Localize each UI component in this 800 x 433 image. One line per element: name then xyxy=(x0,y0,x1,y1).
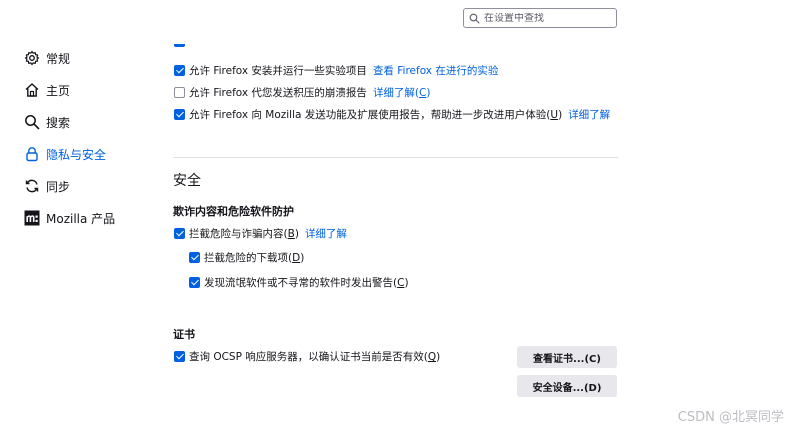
block-downloads-checkbox[interactable] xyxy=(189,252,200,263)
checkbox-row-warn-unwanted[interactable]: 发现流氓软件或不寻常的软件时发出警告(C) xyxy=(189,275,409,290)
block-dangerous-checkbox[interactable] xyxy=(174,228,185,239)
telemetry-checkbox[interactable] xyxy=(174,109,185,120)
telemetry-learn-more-link[interactable]: 详细了解 xyxy=(568,107,610,122)
sidebar-item-label: 同步 xyxy=(46,179,71,194)
sidebar-item-general[interactable]: 常规 xyxy=(24,48,70,68)
crash-reports-label: 允许 Firefox 代您发送积压的崩溃报告 xyxy=(189,87,367,99)
security-devices-button[interactable]: 安全设备...(D) xyxy=(517,375,617,397)
sync-icon xyxy=(25,179,39,193)
block-downloads-label: 拦截危险的下载项(D) xyxy=(204,252,305,264)
search-icon xyxy=(469,13,480,24)
clipped-checkbox xyxy=(174,44,185,47)
warn-unwanted-checkbox[interactable] xyxy=(189,277,200,288)
lock-icon xyxy=(26,147,38,162)
checkbox-row-crash-reports[interactable]: 允许 Firefox 代您发送积压的崩溃报告 详细了解(C) xyxy=(174,85,431,100)
sidebar-item-label: Mozilla 产品 xyxy=(46,211,116,226)
checkbox-row-telemetry[interactable]: 允许 Firefox 向 Mozilla 发送功能及扩展使用报告，帮助进一步改进… xyxy=(174,107,610,122)
sidebar-item-label: 搜索 xyxy=(46,115,71,130)
block-dangerous-learn-more-link[interactable]: 详细了解 xyxy=(305,226,347,241)
sidebar-item-home[interactable]: 主页 xyxy=(24,80,70,100)
checkbox-row-block-downloads[interactable]: 拦截危险的下载项(D) xyxy=(189,250,304,265)
search-icon xyxy=(25,115,40,130)
section-divider xyxy=(173,157,618,158)
block-dangerous-label: 拦截危险与诈骗内容(B) xyxy=(189,228,299,240)
sidebar-item-sync[interactable]: 同步 xyxy=(24,176,70,196)
view-certificates-button[interactable]: 查看证书...(C) xyxy=(517,346,617,368)
home-icon xyxy=(25,83,39,97)
certificates-heading: 证书 xyxy=(173,328,195,341)
mozilla-logo-icon xyxy=(24,210,40,226)
deceptive-content-heading: 欺诈内容和危险软件防护 xyxy=(173,205,294,218)
studies-label: 允许 Firefox 安装并运行一些实验项目 xyxy=(189,65,367,77)
security-heading: 安全 xyxy=(173,173,201,189)
sidebar-item-privacy[interactable]: 隐私与安全 xyxy=(24,144,106,164)
sidebar-item-label: 常规 xyxy=(46,51,71,66)
warn-unwanted-label: 发现流氓软件或不寻常的软件时发出警告(C) xyxy=(204,277,409,289)
studies-checkbox[interactable] xyxy=(174,65,185,76)
watermark: CSDN @北冥同学 xyxy=(677,410,784,425)
checkbox-row-ocsp[interactable]: 查询 OCSP 响应服务器，以确认证书当前是否有效(Q) xyxy=(174,349,440,364)
gear-icon xyxy=(24,50,40,66)
telemetry-label: 允许 Firefox 向 Mozilla 发送功能及扩展使用报告，帮助进一步改进… xyxy=(189,109,563,121)
sidebar-item-label: 隐私与安全 xyxy=(46,147,107,162)
checkbox-row-block-dangerous[interactable]: 拦截危险与诈骗内容(B) 详细了解 xyxy=(174,226,347,241)
sidebar-item-label: 主页 xyxy=(46,83,71,98)
crash-reports-checkbox[interactable] xyxy=(174,87,185,98)
ocsp-checkbox[interactable] xyxy=(174,351,185,362)
sidebar-item-mozilla-products[interactable]: Mozilla 产品 xyxy=(24,208,115,228)
ocsp-label: 查询 OCSP 响应服务器，以确认证书当前是否有效(Q) xyxy=(189,351,441,363)
sidebar-item-search[interactable]: 搜索 xyxy=(24,112,70,132)
search-input[interactable] xyxy=(480,12,604,24)
crash-learn-more-link[interactable]: 详细了解(C) xyxy=(373,85,431,100)
search-box[interactable] xyxy=(463,8,617,28)
view-studies-link[interactable]: 查看 Firefox 在进行的实验 xyxy=(373,63,498,78)
checkbox-row-studies[interactable]: 允许 Firefox 安装并运行一些实验项目 查看 Firefox 在进行的实验 xyxy=(174,63,498,78)
